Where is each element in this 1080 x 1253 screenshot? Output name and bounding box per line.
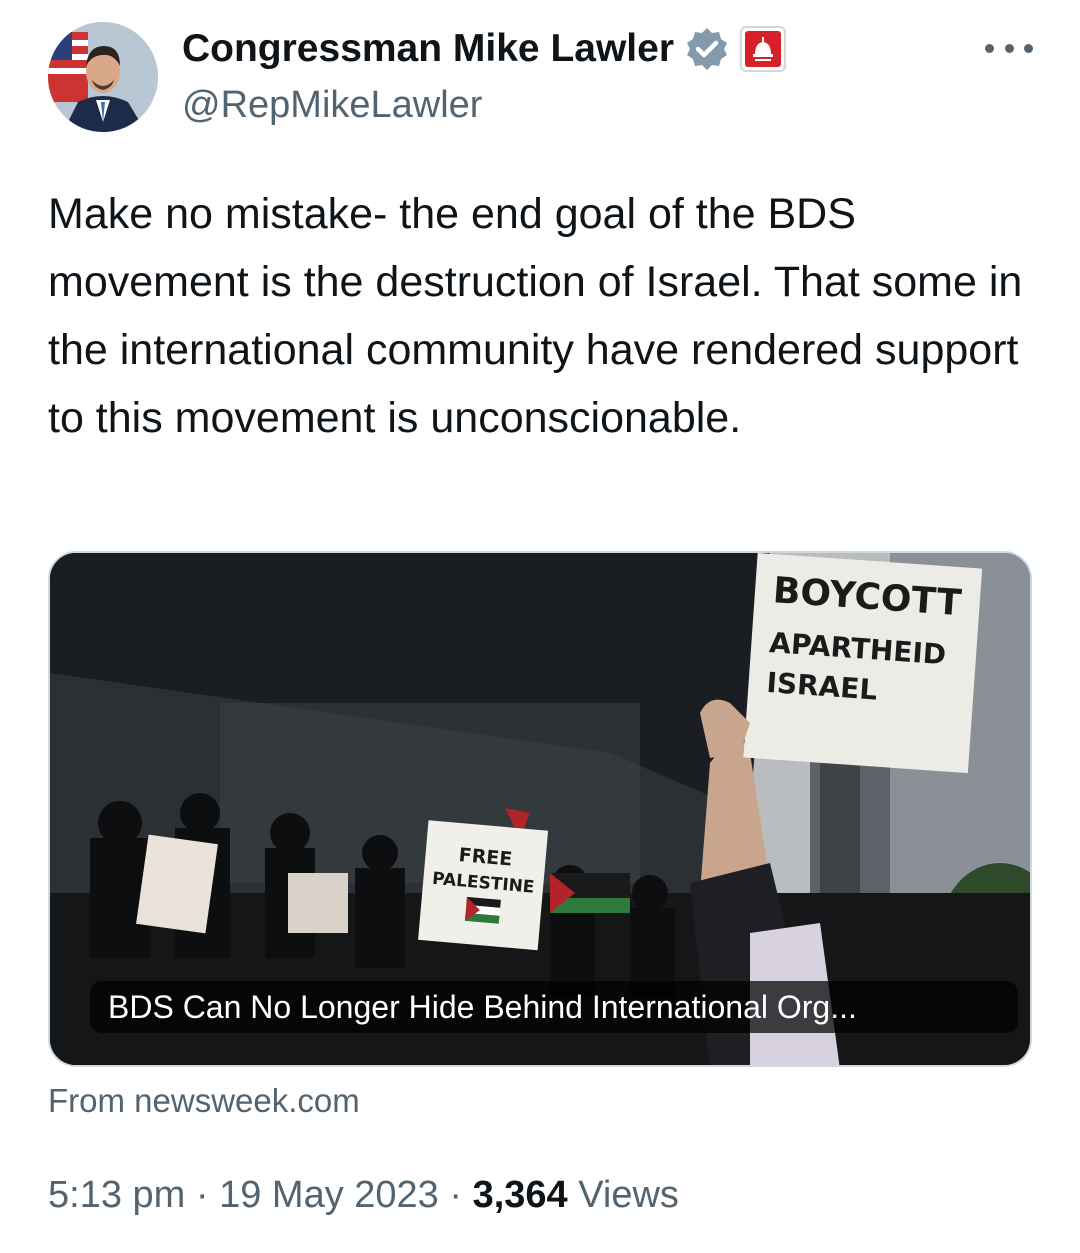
tweet-meta: 5:13 pm · 19 May 2023 · 3,364 Views	[48, 1174, 679, 1217]
verified-badge-icon[interactable]	[684, 26, 730, 72]
views-label: Views	[578, 1174, 679, 1216]
link-card[interactable]: FREE PALESTINE BOYCOTT APARTHEID ISRAEL …	[48, 551, 1032, 1067]
author-name[interactable]: Congressman Mike Lawler	[182, 27, 674, 71]
tweet-date[interactable]: 19 May 2023	[219, 1174, 439, 1216]
meta-separator: ·	[449, 1174, 463, 1216]
views-count: 3,364	[472, 1174, 568, 1216]
author-name-row: Congressman Mike Lawler	[182, 26, 786, 72]
card-source[interactable]: From newsweek.com	[48, 1082, 360, 1120]
tweet: Congressman Mike Lawler @RepMikeLawler M…	[0, 0, 1080, 1253]
author-handle[interactable]: @RepMikeLawler	[182, 84, 482, 127]
tweet-text: Make no mistake- the end goal of the BDS…	[48, 190, 1023, 442]
card-title: BDS Can No Longer Hide Behind Internatio…	[90, 981, 1018, 1033]
capitol-dome-icon[interactable]	[740, 26, 786, 72]
tweet-time[interactable]: 5:13 pm	[48, 1174, 185, 1216]
more-options-icon[interactable]	[985, 30, 1033, 66]
meta-separator: ·	[195, 1174, 209, 1216]
avatar[interactable]	[48, 22, 158, 132]
sign-free: FREE	[458, 844, 513, 871]
